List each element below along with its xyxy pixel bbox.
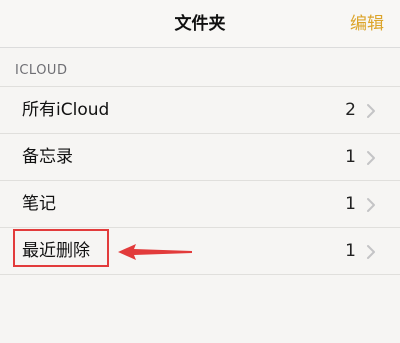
chevron-right-icon (367, 245, 375, 259)
navigation-bar: 文件夹 编辑 (0, 0, 400, 48)
nav-divider (0, 47, 400, 48)
folder-label: 所有iCloud (22, 100, 110, 120)
folder-count: 1 (345, 194, 356, 214)
folder-count: 1 (345, 147, 356, 167)
edit-button[interactable]: 编辑 (350, 12, 384, 36)
folder-label: 笔记 (22, 194, 56, 214)
folder-row-notes[interactable]: 备忘录 1 (0, 133, 400, 180)
page-title: 文件夹 (174, 14, 226, 34)
chevron-right-icon (367, 151, 375, 165)
chevron-right-icon (367, 198, 375, 212)
chevron-right-icon (367, 104, 375, 118)
folder-label: 备忘录 (22, 147, 73, 167)
folder-count: 2 (345, 100, 356, 120)
folder-row-all-icloud[interactable]: 所有iCloud 2 (0, 86, 400, 133)
annotation-highlight-box (13, 229, 109, 267)
arrow-left-icon (118, 244, 192, 260)
folder-row-jottings[interactable]: 笔记 1 (0, 180, 400, 227)
folder-count: 1 (345, 241, 356, 261)
section-header-icloud: ICLOUD (15, 63, 68, 78)
